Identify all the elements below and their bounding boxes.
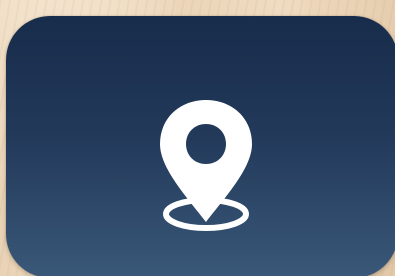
- location-app-tile[interactable]: [6, 16, 395, 276]
- location-pin-icon: [160, 100, 252, 231]
